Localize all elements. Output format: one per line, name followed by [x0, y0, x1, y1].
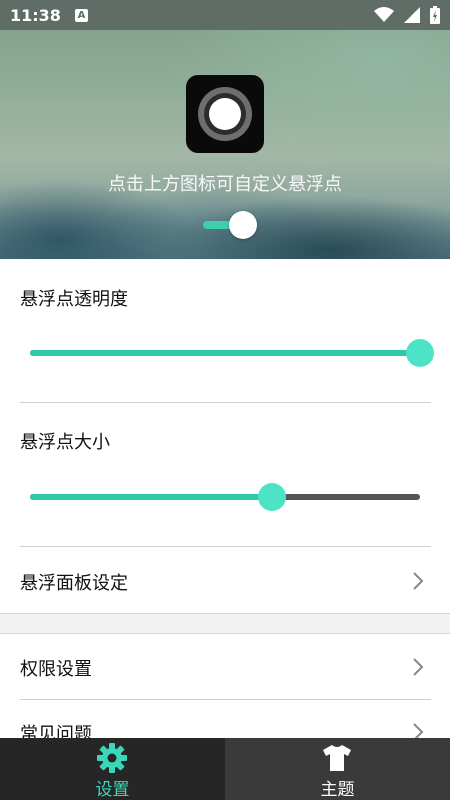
- status-bar: 11:38 A: [0, 0, 450, 30]
- opacity-slider-fill: [30, 350, 420, 356]
- panel-settings-label: 悬浮面板设定: [20, 573, 128, 594]
- status-indicators: [374, 6, 440, 24]
- status-time: 11:38: [10, 5, 61, 25]
- tshirt-icon: [323, 745, 351, 771]
- signal-icon: [404, 7, 420, 23]
- opacity-slider-thumb[interactable]: [406, 339, 434, 367]
- floating-dot-toggle[interactable]: [203, 211, 259, 239]
- opacity-slider[interactable]: [30, 338, 434, 368]
- nav-tab-settings[interactable]: 设置: [0, 738, 225, 800]
- chevron-right-icon: [413, 572, 424, 590]
- header-banner: 11:38 A 点击上方图标可自定义悬浮点: [0, 0, 450, 259]
- customize-hint: 点击上方图标可自定义悬浮点: [108, 174, 342, 195]
- bottom-nav: 设置 主题: [0, 738, 450, 800]
- battery-icon: [430, 6, 440, 24]
- wifi-icon: [374, 7, 394, 22]
- divider: [20, 546, 431, 547]
- permissions-row[interactable]: 权限设置: [0, 635, 450, 699]
- size-label: 悬浮点大小: [20, 432, 110, 453]
- chevron-right-icon: [413, 658, 424, 676]
- panel-settings-row[interactable]: 悬浮面板设定: [0, 549, 450, 613]
- size-slider-fill: [30, 494, 272, 500]
- permissions-label: 权限设置: [20, 659, 92, 680]
- section-separator: [0, 613, 450, 634]
- nav-tab-theme[interactable]: 主题: [225, 738, 450, 800]
- gear-icon: [97, 743, 127, 773]
- opacity-label: 悬浮点透明度: [20, 289, 128, 310]
- size-slider[interactable]: [30, 482, 420, 512]
- nav-theme-label: 主题: [320, 780, 355, 800]
- nav-settings-label: 设置: [95, 780, 130, 800]
- divider: [20, 402, 431, 403]
- notification-icon: A: [74, 8, 88, 22]
- size-slider-thumb[interactable]: [258, 483, 286, 511]
- floating-dot-icon[interactable]: [186, 75, 264, 153]
